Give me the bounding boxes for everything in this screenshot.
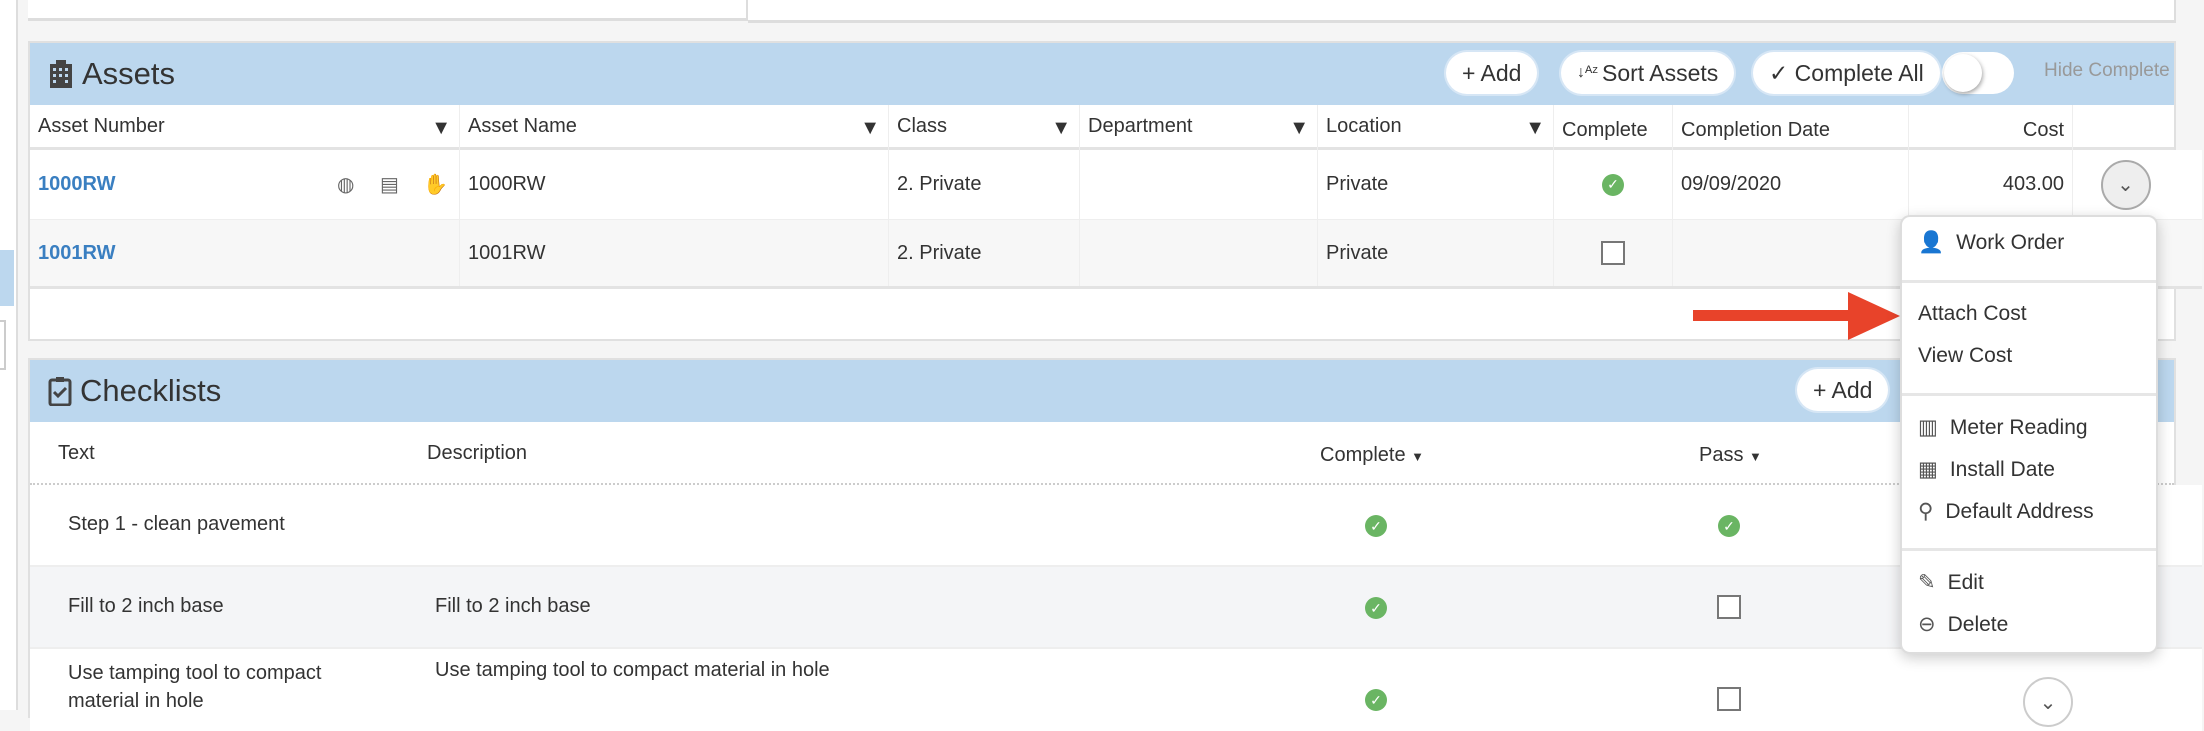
- calendar-icon: ▦: [1918, 458, 1938, 481]
- complete-check-icon[interactable]: ✓: [1365, 515, 1387, 537]
- hide-complete-label: Hide Complete: [2044, 60, 2170, 81]
- filter-icon[interactable]: ▼: [860, 117, 880, 140]
- clipboard-check-icon: [48, 377, 72, 406]
- checklists-panel: Checklists + Add Text Description Comple…: [28, 358, 2202, 731]
- add-checklist-button[interactable]: + Add: [1797, 369, 1889, 411]
- complete-check-icon[interactable]: ✓: [1365, 689, 1387, 711]
- sidebar-handle[interactable]: [0, 320, 6, 370]
- row-actions-button[interactable]: ⌄: [2100, 159, 2151, 210]
- table-row: 1001RW 1001RW 2. Private Private: [30, 220, 2202, 289]
- assets-header: Assets + Add ↓ᴬᶻ Sort Assets ✓ Complete A…: [30, 43, 2174, 105]
- pass-checkbox[interactable]: [1717, 687, 1741, 711]
- globe-icon[interactable]: ◍: [337, 172, 354, 197]
- asset-class: 2. Private: [889, 220, 1080, 286]
- sort-caret-icon: ▼: [1749, 449, 1762, 464]
- checklist-description: Fill to 2 inch base: [435, 595, 591, 617]
- hide-complete-toggle[interactable]: [1942, 52, 2014, 94]
- menu-item-delete[interactable]: ⊖ Delete: [1918, 612, 2008, 637]
- building-icon: [50, 60, 72, 88]
- menu-item-meter-reading[interactable]: ▥ Meter Reading: [1918, 415, 2088, 440]
- checklist-description: Use tamping tool to compact material in …: [435, 659, 830, 681]
- col-location[interactable]: Location ▼: [1318, 105, 1554, 150]
- menu-item-edit[interactable]: ✎ Edit: [1918, 570, 1984, 595]
- pencil-icon: ✎: [1918, 571, 1936, 594]
- filter-icon[interactable]: ▼: [431, 117, 451, 140]
- col-asset-name[interactable]: Asset Name ▼: [460, 105, 889, 150]
- row-actions-menu: 👤 Work Order Attach Cost View Cost ▥ Meter…: [1900, 215, 2158, 654]
- add-asset-button[interactable]: + Add: [1446, 52, 1538, 94]
- asset-department: [1080, 150, 1318, 219]
- hand-box-icon[interactable]: ✋: [423, 172, 448, 197]
- complete-all-label: ✓ Complete All: [1769, 59, 1924, 86]
- checklist-text: Use tamping tool to compact material in …: [68, 662, 322, 712]
- col-description[interactable]: Description: [427, 442, 527, 465]
- filter-icon[interactable]: ▼: [1525, 117, 1545, 140]
- col-asset-number[interactable]: Asset Number ▼: [30, 105, 460, 150]
- pass-check-icon[interactable]: ✓: [1718, 515, 1740, 537]
- assets-column-header: Asset Number ▼ Asset Name ▼ Class ▼ Departm…: [30, 105, 2174, 150]
- sidebar-toggle-tab[interactable]: [0, 250, 14, 306]
- top-right-panel: [748, 0, 2176, 23]
- red-arrow-annotation: [1693, 292, 1900, 340]
- checklist-row: Fill to 2 inch base Fill to 2 inch base …: [30, 567, 2202, 649]
- checklist-column-header: Text Description Complete ▼ Pass ▼: [30, 422, 2174, 485]
- top-left-panel: [28, 0, 748, 21]
- asset-location: Private: [1318, 220, 1554, 286]
- complete-all-button[interactable]: ✓ Complete All: [1753, 52, 1940, 94]
- map-pin-icon: ⚲: [1918, 500, 1934, 523]
- complete-check-icon[interactable]: ✓: [1365, 597, 1387, 619]
- row-actions-button[interactable]: ⌄: [2023, 677, 2073, 727]
- col-text[interactable]: Text: [58, 442, 95, 465]
- menu-item-view-cost[interactable]: View Cost: [1918, 344, 2012, 368]
- filter-icon[interactable]: ▼: [1289, 117, 1309, 140]
- asset-name: 1001RW: [460, 220, 889, 286]
- add-label: + Add: [1813, 376, 1873, 403]
- asset-location: Private: [1318, 150, 1554, 219]
- checklists-header: Checklists + Add: [30, 360, 2174, 422]
- pass-checkbox[interactable]: [1717, 595, 1741, 619]
- sort-assets-button[interactable]: ↓ᴬᶻ Sort Assets: [1561, 52, 1735, 94]
- col-class[interactable]: Class ▼: [889, 105, 1080, 150]
- complete-checkbox[interactable]: [1601, 241, 1625, 265]
- complete-check-icon[interactable]: ✓: [1602, 173, 1624, 196]
- worker-icon: 👤: [1918, 231, 1945, 254]
- building-icon: ▥: [1918, 416, 1938, 439]
- checklists-title: Checklists: [80, 373, 222, 408]
- col-complete[interactable]: Complete ▼: [1320, 444, 1424, 467]
- sort-label: Sort Assets: [1601, 59, 1719, 86]
- asset-number-link[interactable]: 1001RW: [38, 242, 115, 265]
- minus-circle-icon: ⊖: [1918, 613, 1936, 636]
- asset-name: 1000RW: [460, 150, 889, 219]
- sort-caret-icon: ▼: [1411, 449, 1425, 464]
- completion-date: [1673, 220, 1909, 286]
- col-department[interactable]: Department ▼: [1080, 105, 1318, 150]
- clipboard-icon[interactable]: ▤: [380, 172, 399, 197]
- asset-department: [1080, 220, 1318, 286]
- asset-class: 2. Private: [889, 150, 1080, 219]
- menu-item-attach-cost[interactable]: Attach Cost: [1918, 302, 2027, 326]
- assets-title: Assets: [82, 56, 176, 91]
- checklist-row: Use tamping tool to compact material in …: [30, 649, 2202, 731]
- menu-item-install-date[interactable]: ▦ Install Date: [1918, 457, 2055, 482]
- col-completion-date[interactable]: Completion Date: [1673, 105, 1909, 150]
- col-complete[interactable]: Complete: [1554, 105, 1673, 150]
- col-pass[interactable]: Pass ▼: [1699, 444, 1762, 467]
- filter-icon[interactable]: ▼: [1051, 117, 1071, 140]
- menu-item-default-address[interactable]: ⚲ Default Address: [1918, 499, 2094, 524]
- table-row: 1000RW ◍ ▤ ✋ 1000RW 2. Private Private ✓…: [30, 150, 2202, 220]
- asset-number-link[interactable]: 1000RW: [38, 173, 115, 196]
- menu-item-work-order[interactable]: 👤 Work Order: [1918, 231, 2064, 255]
- col-cost[interactable]: Cost: [1909, 105, 2073, 150]
- asset-cost: 403.00: [1909, 150, 2073, 219]
- checklist-text: Fill to 2 inch base: [68, 595, 224, 617]
- add-label: + Add: [1462, 59, 1522, 86]
- checklist-row: Step 1 - clean pavement ✓ ✓: [30, 485, 2202, 567]
- checklist-text: Step 1 - clean pavement: [68, 513, 285, 535]
- sort-az-icon: ↓ᴬᶻ: [1577, 64, 1598, 81]
- completion-date: 09/09/2020: [1673, 150, 1909, 219]
